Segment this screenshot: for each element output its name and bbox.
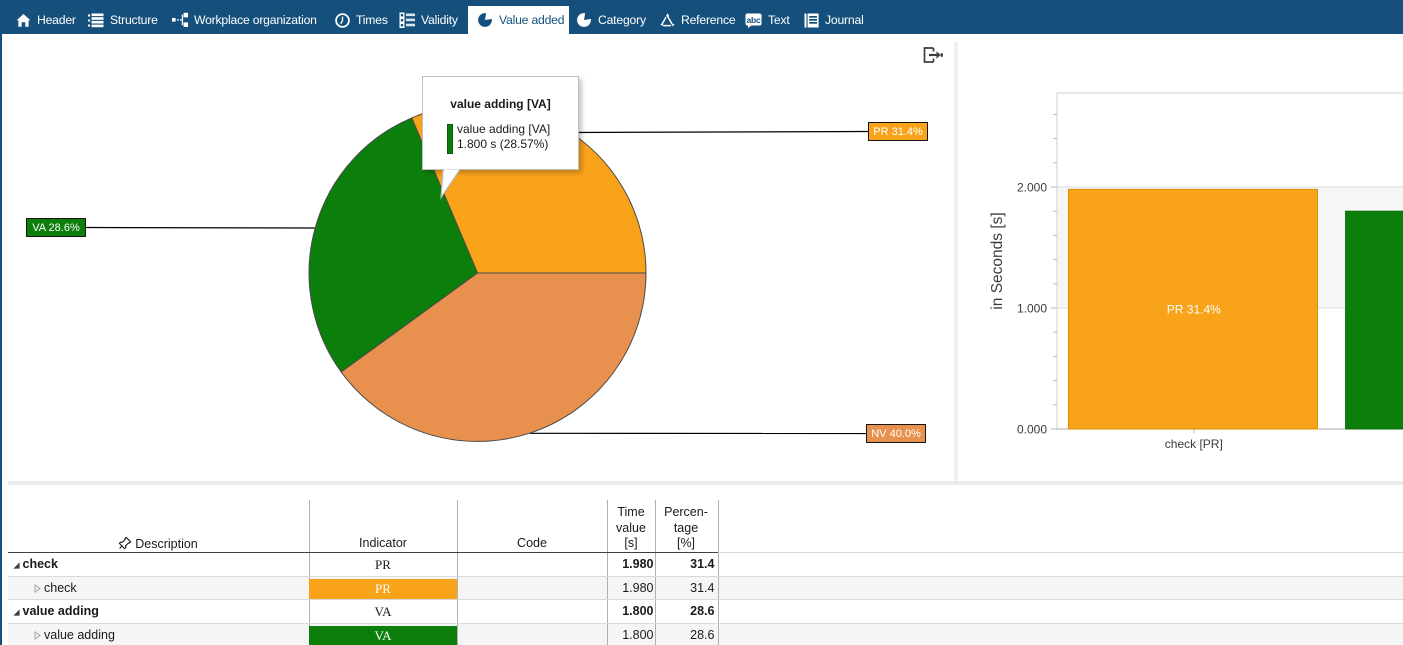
svg-text:abc: abc — [746, 14, 761, 24]
svg-text:PR 31.4%: PR 31.4% — [1167, 303, 1221, 317]
svg-text:1.000: 1.000 — [1017, 302, 1047, 316]
svg-text:check [PR]: check [PR] — [1165, 437, 1223, 451]
svg-text:0.000: 0.000 — [1017, 423, 1047, 437]
svg-text:in Seconds [s]: in Seconds [s] — [989, 212, 1006, 309]
svg-text:2.000: 2.000 — [1017, 181, 1047, 195]
